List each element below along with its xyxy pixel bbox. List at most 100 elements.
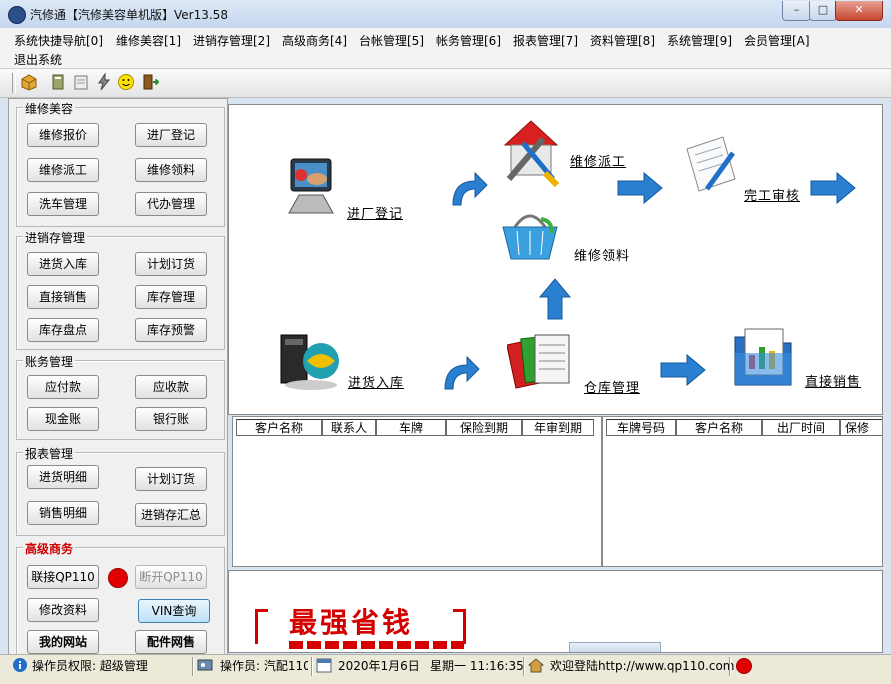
checkin-link[interactable]: 进厂登记	[347, 203, 403, 222]
menu-item-quick-nav[interactable]: 系统快捷导航[0]	[14, 32, 103, 49]
right-arrow-icon	[810, 171, 856, 205]
group-business: 高级商务 联接QP110 断开QP110 修改资料 VIN查询 我的网站 配件网…	[16, 540, 225, 654]
box-icon[interactable]	[20, 73, 38, 91]
group-title-inventory: 进销存管理	[23, 229, 88, 246]
column-header[interactable]: 出厂时间	[762, 419, 840, 436]
banner-headline: 最强省钱	[289, 606, 414, 639]
document-pen-icon[interactable]	[677, 133, 743, 199]
sales-detail-button[interactable]: 销售明细	[27, 501, 99, 525]
group-title-reports: 报表管理	[23, 445, 76, 462]
smiley-icon[interactable]	[117, 73, 135, 91]
carwash-button[interactable]: 洗车管理	[27, 192, 99, 216]
stock-alert-button[interactable]: 库存预警	[135, 318, 207, 342]
basket-icon[interactable]	[497, 203, 563, 269]
column-header[interactable]: 保修	[840, 419, 882, 436]
receivables-button[interactable]: 应收款	[135, 375, 207, 399]
column-header[interactable]: 车牌号码	[606, 419, 676, 436]
column-header[interactable]: 保险到期	[446, 419, 522, 436]
date-text: 2020年1月6日	[338, 659, 420, 673]
book-icon[interactable]	[49, 73, 67, 91]
column-header[interactable]: 车牌	[376, 419, 446, 436]
info-icon	[13, 658, 27, 672]
sales-folder-icon[interactable]	[731, 323, 799, 393]
connection-status-indicator	[108, 568, 128, 588]
menu-item-inventory[interactable]: 进销存管理[2]	[193, 32, 270, 49]
exit-door-icon[interactable]	[141, 73, 159, 91]
direct-sale-link[interactable]: 直接销售	[805, 371, 861, 390]
house-tools-icon[interactable]	[497, 115, 565, 187]
welcome-text[interactable]: 欢迎登陆http://www.qp110.com	[550, 658, 735, 675]
promo-banner[interactable]: 最强省钱	[228, 570, 883, 653]
home-icon	[528, 658, 544, 673]
stock-count-button[interactable]: 库存盘点	[27, 318, 99, 342]
agency-button[interactable]: 代办管理	[135, 192, 207, 216]
status-divider	[729, 657, 731, 676]
menu-item-system[interactable]: 系统管理[9]	[667, 32, 732, 49]
complete-link[interactable]: 完工审核	[744, 185, 800, 204]
permission-text: 操作员权限: 超级管理	[32, 659, 148, 673]
notepad-icon[interactable]	[72, 73, 90, 91]
material-link[interactable]: 维修领料	[574, 245, 630, 264]
close-button[interactable]: ✕	[835, 1, 883, 21]
up-arrow-icon	[538, 278, 572, 320]
banner-widget[interactable]	[569, 642, 661, 652]
menu-item-ledger[interactable]: 台帐管理[5]	[359, 32, 424, 49]
cash-account-button[interactable]: 现金账	[27, 407, 99, 431]
dispatch-link[interactable]: 维修派工	[570, 151, 626, 170]
direct-sale-button[interactable]: 直接销售	[27, 285, 99, 309]
banner-bracket-left	[255, 609, 268, 644]
menu-item-repair[interactable]: 维修美容[1]	[116, 32, 181, 49]
warehouse-link[interactable]: 仓库管理	[584, 377, 640, 396]
menu-bar: 系统快捷导航[0] 维修美容[1] 进销存管理[2] 高级商务[4] 台帐管理[…	[0, 28, 891, 68]
column-header[interactable]: 客户名称	[676, 419, 762, 436]
my-website-button[interactable]: 我的网站	[27, 630, 99, 654]
status-divider	[311, 657, 313, 676]
inventory-summary-button[interactable]: 进销存汇总	[135, 503, 207, 527]
vin-lookup-button[interactable]: VIN查询	[138, 599, 210, 623]
maximize-button[interactable]: □	[809, 1, 837, 21]
purchase-detail-button[interactable]: 进货明细	[27, 465, 99, 489]
vehicle-grid[interactable]: 车牌号码 客户名称 出厂时间 保修	[602, 416, 883, 567]
column-header[interactable]: 客户名称	[236, 419, 322, 436]
menu-item-members[interactable]: 会员管理[A]	[744, 32, 810, 49]
left-panel: 维修美容 维修报价 进厂登记 维修派工 维修领料 洗车管理 代办管理 进销存管理…	[8, 98, 228, 656]
menu-item-accounts[interactable]: 帐务管理[6]	[436, 32, 501, 49]
app-logo-icon	[8, 6, 26, 24]
dispatch-button[interactable]: 维修派工	[27, 158, 99, 182]
checkin-button[interactable]: 进厂登记	[135, 123, 207, 147]
group-reports: 报表管理 进货明细 计划订货 销售明细 进销存汇总	[16, 445, 225, 536]
payables-button[interactable]: 应付款	[27, 375, 99, 399]
plan-order-button[interactable]: 计划订货	[135, 252, 207, 276]
computer-icon[interactable]	[277, 327, 345, 393]
connect-qp110-button[interactable]: 联接QP110	[27, 565, 99, 589]
terminal-icon[interactable]	[281, 155, 345, 219]
stock-in-button[interactable]: 进货入库	[27, 252, 99, 276]
bank-account-button[interactable]: 银行账	[135, 407, 207, 431]
toolbar	[0, 68, 891, 98]
curved-arrow-icon	[444, 355, 480, 390]
lightning-icon[interactable]	[95, 73, 113, 91]
group-inventory: 进销存管理 进货入库 计划订货 直接销售 库存管理 库存盘点 库存预警	[16, 229, 225, 350]
stock-in-link[interactable]: 进货入库	[348, 372, 404, 391]
stacked-documents-icon[interactable]	[507, 327, 577, 397]
group-accounts: 账务管理 应付款 应收款 现金账 银行账	[16, 353, 225, 440]
parts-online-button[interactable]: 配件网售	[135, 630, 207, 654]
report-plan-order-button[interactable]: 计划订货	[135, 467, 207, 491]
stock-manage-button[interactable]: 库存管理	[135, 285, 207, 309]
menu-item-business[interactable]: 高级商务[4]	[282, 32, 347, 49]
minimize-button[interactable]: –	[782, 1, 811, 21]
reminder-grid[interactable]: 客户名称 联系人 车牌 保险到期 年审到期	[232, 416, 602, 567]
edit-profile-button[interactable]: 修改资料	[27, 598, 99, 622]
column-header[interactable]: 联系人	[322, 419, 376, 436]
repair-quote-button[interactable]: 维修报价	[27, 123, 99, 147]
workflow-panel: 进厂登记 维修派工 完工审核 维修领料 进货入库 仓库管理 直接销售	[228, 104, 883, 415]
column-header[interactable]: 年审到期	[522, 419, 594, 436]
window-title: 汽修通【汽修美容单机版】Ver13.58	[30, 8, 228, 22]
disconnect-qp110-button[interactable]: 断开QP110	[135, 565, 207, 589]
menu-item-data[interactable]: 资料管理[8]	[590, 32, 655, 49]
toolbar-grip	[12, 73, 16, 93]
menu-item-reports[interactable]: 报表管理[7]	[513, 32, 578, 49]
menu-item-exit[interactable]: 退出系统	[14, 51, 62, 68]
status-divider	[192, 657, 194, 676]
material-button[interactable]: 维修领料	[135, 158, 207, 182]
